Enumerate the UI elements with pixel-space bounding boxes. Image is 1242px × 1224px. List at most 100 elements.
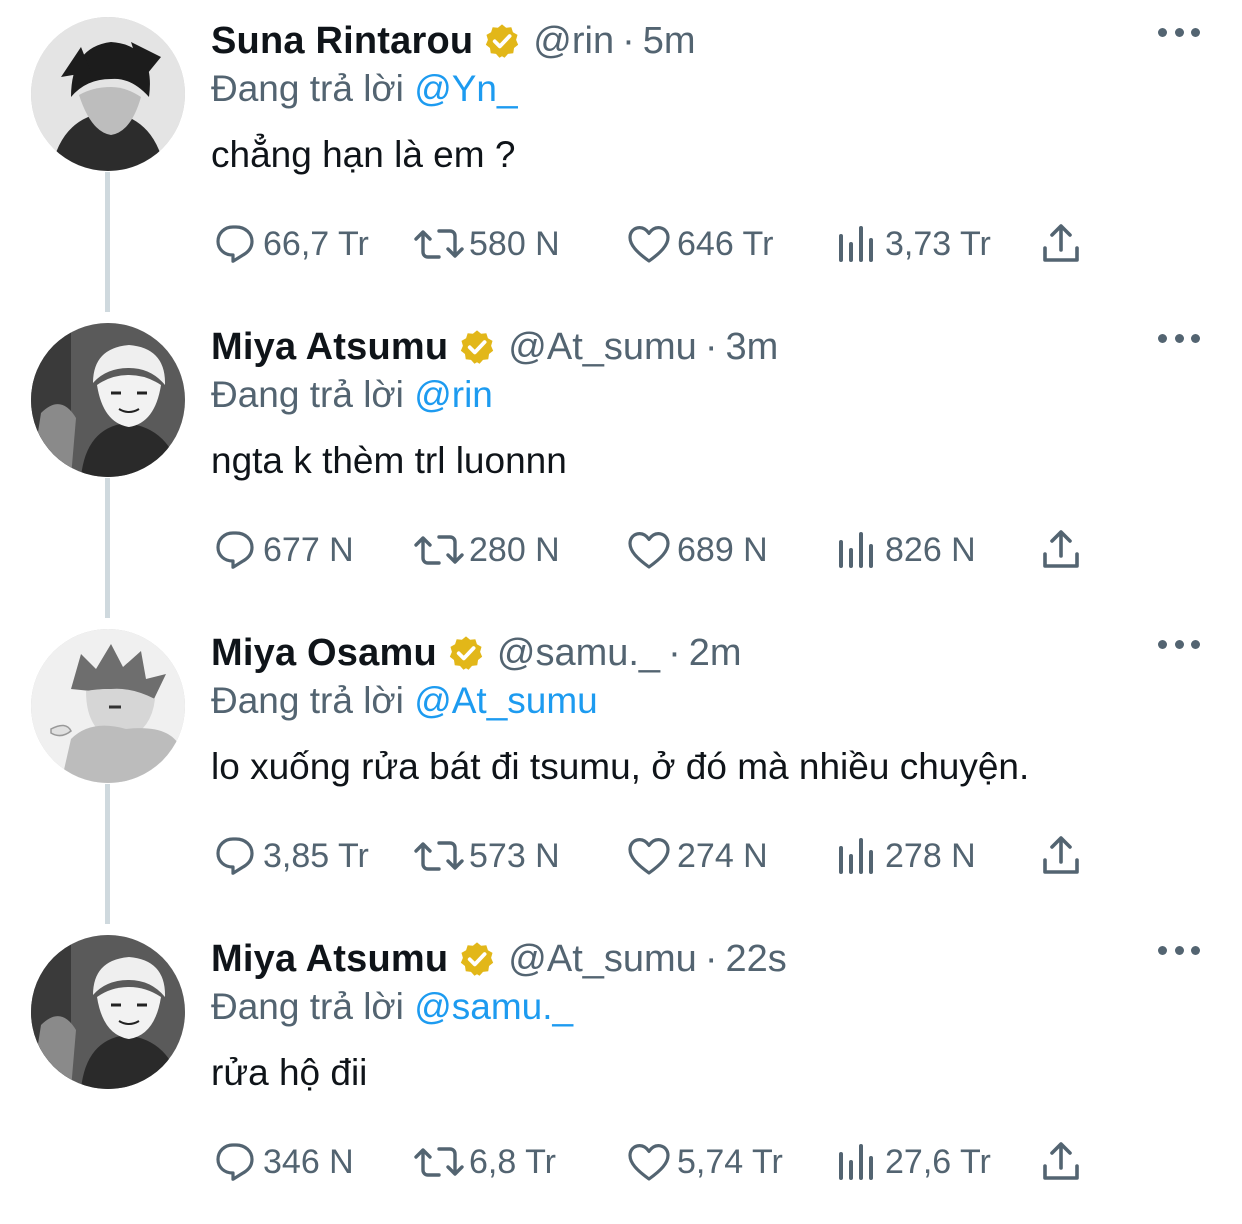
like-icon	[628, 532, 670, 569]
views-icon	[839, 838, 873, 874]
action-bar: 66,7 Tr 580 N 646 Tr 3,73 Tr	[211, 220, 1091, 268]
replying-prefix: Đang trả lời	[211, 986, 404, 1027]
like-icon	[628, 226, 670, 263]
retweet-button[interactable]: 573 N	[413, 832, 560, 880]
views-count: 27,6 Tr	[885, 1142, 991, 1181]
share-icon	[1043, 836, 1079, 874]
verified-badge-icon	[447, 634, 485, 672]
avatar-image	[31, 629, 185, 783]
user-handle[interactable]: @At_sumu	[508, 326, 697, 369]
replying-to: Đang trả lời @rin	[211, 374, 493, 416]
display-name[interactable]: Miya Atsumu	[211, 326, 448, 369]
tweet-text: rửa hộ đii	[211, 1052, 368, 1093]
retweet-button[interactable]: 280 N	[413, 526, 560, 574]
share-button[interactable]	[1037, 832, 1085, 880]
like-count: 274 N	[677, 836, 768, 875]
views-icon	[839, 1144, 873, 1180]
views-button[interactable]: 3,73 Tr	[833, 220, 991, 268]
tweet-text: lo xuống rửa bát đi tsumu, ở đó mà nhiều…	[211, 746, 1030, 787]
user-handle[interactable]: @samu._	[497, 632, 660, 675]
action-bar: 346 N 6,8 Tr 5,74 Tr 27,6 Tr	[211, 1138, 1091, 1186]
views-count: 3,73 Tr	[885, 224, 991, 263]
replying-to: Đang trả lời @Yn_	[211, 68, 518, 110]
more-icon[interactable]	[1158, 634, 1200, 654]
reply-icon	[216, 225, 254, 263]
share-icon	[1043, 224, 1079, 262]
tweet-header: Suna Rintarou @rin · 5m	[211, 18, 696, 64]
timestamp[interactable]: 5m	[643, 20, 696, 63]
action-bar: 3,85 Tr 573 N 274 N 278 N	[211, 832, 1091, 880]
avatar-image	[31, 323, 185, 477]
avatar[interactable]	[31, 629, 185, 783]
tweet[interactable]: Miya Osamu @samu._ · 2m Đang trả lời @At…	[0, 612, 1242, 918]
share-button[interactable]	[1037, 220, 1085, 268]
timestamp[interactable]: 3m	[725, 326, 778, 369]
reply-button[interactable]: 3,85 Tr	[211, 832, 369, 880]
views-icon	[839, 532, 873, 568]
mention-link[interactable]: @samu._	[414, 986, 573, 1027]
like-count: 689 N	[677, 530, 768, 569]
replying-to: Đang trả lời @samu._	[211, 986, 573, 1028]
tweet-header: Miya Atsumu @At_sumu · 22s	[211, 936, 787, 982]
action-bar: 677 N 280 N 689 N 826 N	[211, 526, 1091, 574]
views-count: 278 N	[885, 836, 976, 875]
share-button[interactable]	[1037, 526, 1085, 574]
views-button[interactable]: 278 N	[833, 832, 976, 880]
like-button[interactable]: 5,74 Tr	[625, 1138, 783, 1186]
reply-button[interactable]: 677 N	[211, 526, 354, 574]
user-handle[interactable]: @At_sumu	[508, 938, 697, 981]
retweet-count: 573 N	[469, 836, 560, 875]
avatar[interactable]	[31, 17, 185, 171]
verified-badge-icon	[458, 940, 496, 978]
replying-prefix: Đang trả lời	[211, 374, 404, 415]
mention-link[interactable]: @rin	[414, 374, 493, 415]
tweet-text: ngta k thèm trl luonnn	[211, 440, 567, 481]
tweet-text: chẳng hạn là em ?	[211, 134, 516, 175]
views-icon	[839, 226, 873, 262]
like-icon	[628, 1144, 670, 1181]
like-count: 646 Tr	[677, 224, 774, 263]
verified-badge-icon	[483, 22, 521, 60]
like-button[interactable]: 646 Tr	[625, 220, 773, 268]
timestamp[interactable]: 2m	[689, 632, 742, 675]
reply-count: 3,85 Tr	[263, 836, 369, 875]
more-icon[interactable]	[1158, 940, 1200, 960]
reply-count: 677 N	[263, 530, 354, 569]
share-icon	[1043, 1142, 1079, 1180]
reply-count: 66,7 Tr	[263, 224, 369, 263]
tweet[interactable]: Miya Atsumu @At_sumu · 22s Đang trả lời …	[0, 918, 1242, 1224]
mention-link[interactable]: @At_sumu	[414, 680, 598, 721]
more-icon[interactable]	[1158, 328, 1200, 348]
like-button[interactable]: 689 N	[625, 526, 768, 574]
retweet-button[interactable]: 6,8 Tr	[413, 1138, 556, 1186]
separator-dot: ·	[704, 937, 718, 980]
avatar[interactable]	[31, 935, 185, 1089]
more-icon[interactable]	[1158, 22, 1200, 42]
user-handle[interactable]: @rin	[533, 20, 614, 63]
views-button[interactable]: 826 N	[833, 526, 976, 574]
display-name[interactable]: Miya Atsumu	[211, 938, 448, 981]
share-button[interactable]	[1037, 1138, 1085, 1186]
replying-to: Đang trả lời @At_sumu	[211, 680, 598, 722]
avatar[interactable]	[31, 323, 185, 477]
tweet-header: Miya Atsumu @At_sumu · 3m	[211, 324, 778, 370]
reply-button[interactable]: 346 N	[211, 1138, 354, 1186]
display-name[interactable]: Suna Rintarou	[211, 20, 473, 63]
reply-icon	[216, 1143, 254, 1181]
timestamp[interactable]: 22s	[725, 938, 786, 981]
tweet[interactable]: Miya Atsumu @At_sumu · 3m Đang trả lời @…	[0, 306, 1242, 612]
avatar-image	[31, 17, 185, 171]
verified-badge-icon	[458, 328, 496, 366]
views-button[interactable]: 27,6 Tr	[833, 1138, 991, 1186]
retweet-button[interactable]: 580 N	[413, 220, 560, 268]
retweet-count: 6,8 Tr	[469, 1142, 556, 1181]
reply-icon	[216, 837, 254, 875]
like-button[interactable]: 274 N	[625, 832, 768, 880]
tweet[interactable]: Suna Rintarou @rin · 5m Đang trả lời @Yn…	[0, 0, 1242, 306]
display-name[interactable]: Miya Osamu	[211, 632, 437, 675]
reply-count: 346 N	[263, 1142, 354, 1181]
reply-button[interactable]: 66,7 Tr	[211, 220, 369, 268]
separator-dot: ·	[668, 631, 681, 674]
share-icon	[1043, 530, 1079, 568]
mention-link[interactable]: @Yn_	[414, 68, 517, 109]
